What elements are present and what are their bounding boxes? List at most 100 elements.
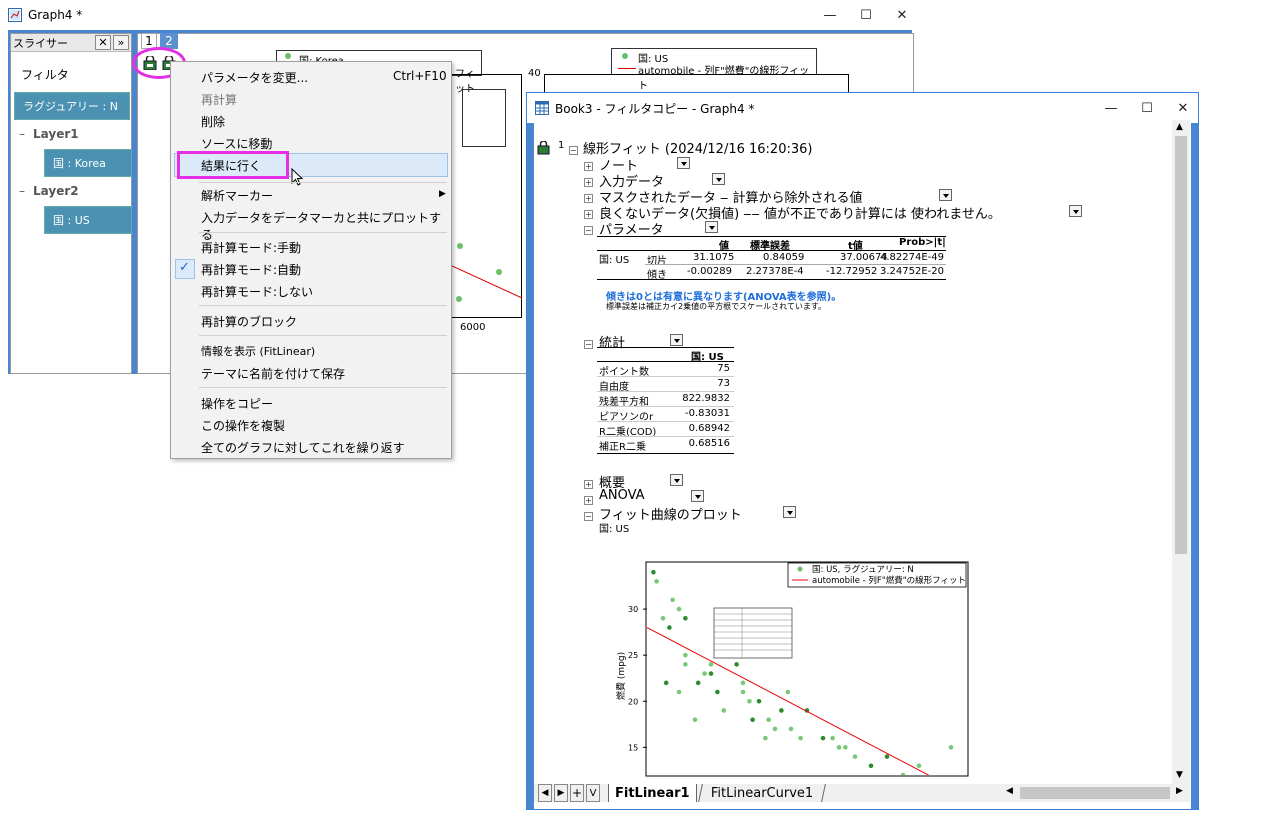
data-point — [651, 569, 656, 575]
close-button[interactable]: ✕ — [1165, 93, 1201, 123]
menu-repeat-all[interactable]: 全てのグラフに対してこれを繰り返す — [201, 439, 405, 456]
plot-frame — [645, 561, 969, 777]
data-point — [785, 689, 791, 695]
collapse-icon[interactable]: − — [584, 340, 593, 349]
fitplot-subtitle: 国: US — [599, 524, 630, 535]
menu-go-source[interactable]: ソースに移動 — [201, 135, 272, 152]
graph4-titlebar[interactable]: Graph4 * — ☐ ✕ — [0, 0, 920, 30]
menu-save-theme[interactable]: テーマに名前を付けて保存 — [201, 365, 345, 382]
expand-icon[interactable]: + — [584, 162, 593, 171]
data-point — [695, 680, 701, 686]
data-point — [670, 597, 675, 603]
data-point — [676, 606, 682, 612]
layer1-toggle[interactable]: – — [19, 127, 25, 141]
menu-plot-input[interactable]: 入力データをデータマーカと共にプロットする — [201, 209, 451, 243]
tab-add-icon[interactable]: + — [570, 784, 584, 802]
axis-tick-6000: 6000 — [460, 322, 486, 333]
expand-icon[interactable]: » — [113, 35, 129, 50]
data-point — [683, 652, 688, 658]
menu-duplicate-op[interactable]: この操作を複製 — [201, 417, 285, 434]
data-point — [756, 698, 762, 704]
collapse-icon[interactable]: − — [584, 512, 593, 521]
layer2-label: Layer2 — [33, 184, 79, 198]
graph-right-axes — [544, 74, 849, 94]
dropdown-icon[interactable] — [691, 490, 704, 502]
minimize-button[interactable]: — — [1093, 93, 1129, 123]
scroll-down-icon[interactable]: ▼ — [1176, 770, 1183, 780]
data-point — [457, 243, 463, 249]
tab-fitlinear1[interactable]: FitLinear1 — [608, 784, 697, 802]
lock-icon[interactable] — [537, 140, 550, 158]
menu-recalc-auto[interactable]: 再計算モード:自動 — [201, 261, 301, 278]
menu-delete[interactable]: 削除 — [201, 113, 225, 130]
scrollbar-thumb[interactable] — [1175, 136, 1187, 554]
data-point — [836, 745, 842, 750]
dropdown-icon[interactable] — [670, 334, 683, 346]
horizontal-scrollbar[interactable]: ◀ ▶ — [1000, 784, 1190, 802]
tab-nav-next-icon[interactable]: ▶ — [554, 784, 568, 802]
data-point — [868, 763, 874, 769]
menu-recalc[interactable]: 再計算 — [201, 91, 237, 108]
tab-list-icon[interactable]: V — [586, 784, 600, 802]
slicer-luxury-button[interactable]: ラグジュアリー : N — [14, 92, 130, 120]
close-button[interactable]: ✕ — [884, 0, 920, 30]
data-point — [715, 689, 720, 695]
data-point — [721, 708, 727, 713]
close-icon[interactable]: ✕ — [95, 35, 111, 50]
menu-recalc-none[interactable]: 再計算モード:しない — [201, 283, 313, 300]
data-point — [708, 671, 714, 676]
vertical-scrollbar[interactable]: ▲ ▼ — [1172, 120, 1190, 784]
scroll-right-icon[interactable]: ▶ — [1176, 786, 1183, 796]
tab-nav-first-icon[interactable]: ◀ — [538, 784, 552, 802]
data-point — [750, 717, 755, 722]
dropdown-icon[interactable] — [705, 221, 718, 233]
expand-icon[interactable]: + — [584, 480, 593, 489]
dropdown-icon[interactable] — [712, 173, 725, 185]
legend-line — [618, 68, 636, 69]
dropdown-icon[interactable] — [1069, 205, 1082, 217]
menu-change-params[interactable]: パラメータを変更... — [201, 69, 308, 86]
data-point — [843, 745, 848, 750]
menu-copy-op[interactable]: 操作をコピー — [201, 395, 273, 412]
plot-ylabel: 燃費 (mpg) — [615, 652, 627, 700]
dropdown-icon[interactable] — [783, 506, 796, 518]
expand-icon[interactable]: + — [584, 496, 593, 505]
collapse-icon[interactable]: − — [584, 226, 593, 235]
menu-block-recalc[interactable]: 再計算のブロック — [201, 313, 297, 330]
expand-icon[interactable]: + — [584, 210, 593, 219]
slicer-us-button[interactable]: 国 : US — [44, 206, 132, 234]
tab-fitlinearcurve1[interactable]: FitLinearCurve1 — [698, 784, 827, 802]
collapse-icon[interactable]: − — [569, 146, 578, 155]
hscroll-thumb[interactable] — [1020, 787, 1170, 799]
data-point — [702, 671, 707, 676]
layer2-toggle[interactable]: – — [19, 184, 25, 198]
submenu-arrow-icon: ▶ — [439, 189, 446, 199]
maximize-button[interactable]: ☐ — [1129, 93, 1165, 123]
scroll-up-icon[interactable]: ▲ — [1176, 122, 1183, 132]
book3-frame-right — [1191, 123, 1198, 809]
menu-recalc-manual[interactable]: 再計算モード:手動 — [201, 239, 301, 256]
param-cell: 0.84059 — [763, 252, 805, 263]
maximize-button[interactable]: ☐ — [848, 0, 884, 30]
param-cell: 3.24752E-20 — [880, 266, 945, 277]
minimize-button[interactable]: — — [812, 0, 848, 30]
stats-value: 0.68516 — [688, 438, 730, 449]
param-cell: 31.1075 — [693, 252, 735, 263]
y-tick-label: 20 — [628, 697, 638, 706]
dropdown-icon[interactable] — [670, 474, 683, 486]
menu-separator — [199, 182, 447, 183]
expand-icon[interactable]: + — [584, 194, 593, 203]
dropdown-icon[interactable] — [677, 157, 690, 169]
param-group: 国: US — [599, 255, 630, 266]
param-cell: -0.00289 — [687, 266, 732, 277]
book3-titlebar[interactable]: Book3 - フィルタコピー - Graph4 * — ☐ ✕ — [527, 93, 1198, 123]
menu-go-results[interactable]: 結果に行く — [201, 157, 261, 174]
dropdown-icon[interactable] — [939, 189, 952, 201]
scroll-left-icon[interactable]: ◀ — [1006, 786, 1013, 796]
data-point — [766, 717, 771, 722]
menu-analysis-marker[interactable]: 解析マーカー — [201, 187, 273, 204]
data-point — [820, 735, 826, 741]
expand-icon[interactable]: + — [584, 178, 593, 187]
slicer-korea-button[interactable]: 国 : Korea — [44, 149, 132, 177]
menu-show-info[interactable]: 情報を表示 (FitLinear) — [201, 343, 315, 359]
